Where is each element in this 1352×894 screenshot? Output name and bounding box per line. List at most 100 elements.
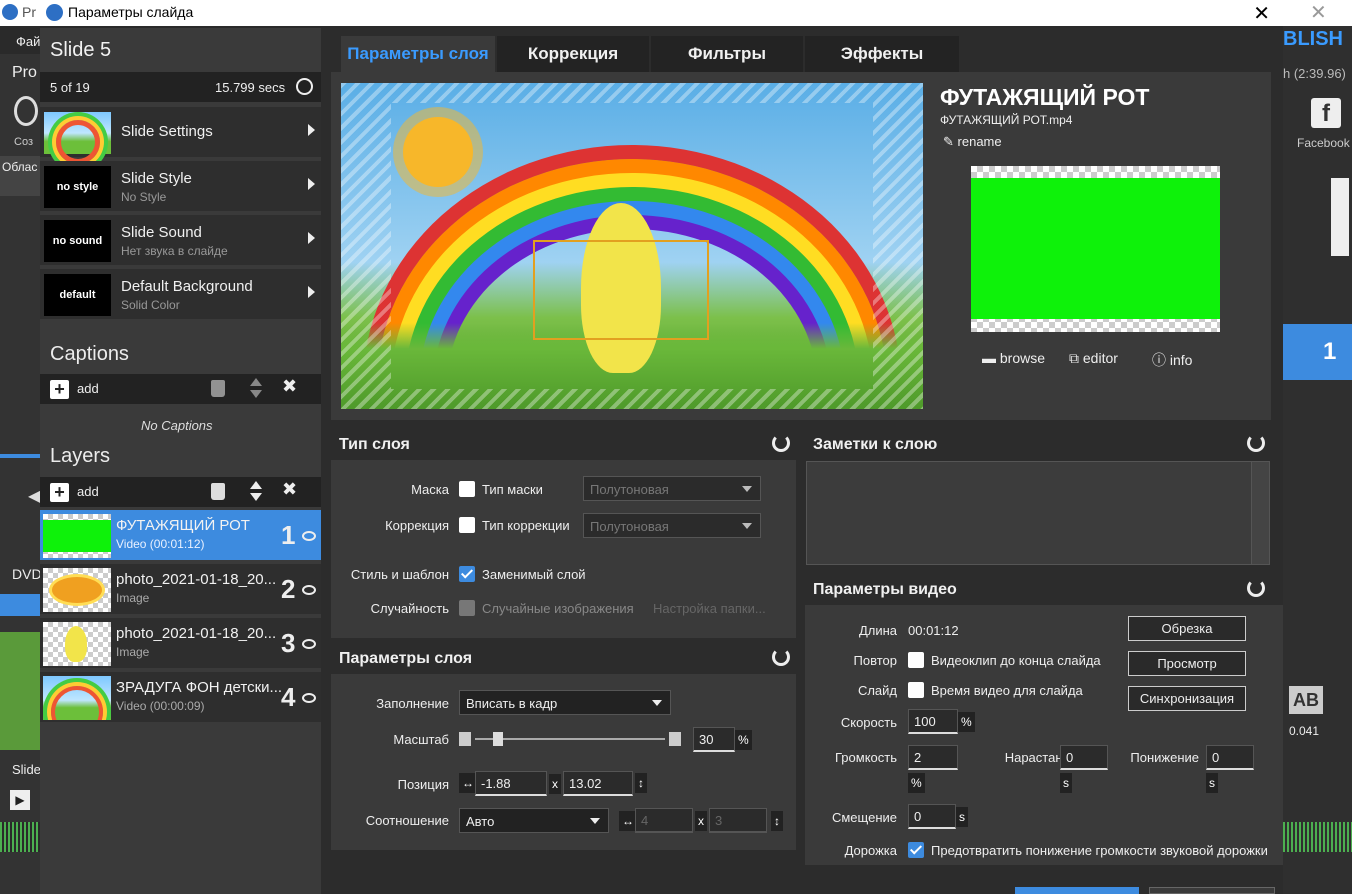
editor-button[interactable]: ⧉ editor — [1069, 350, 1118, 367]
layer-thumbnail — [43, 568, 111, 612]
layer-item[interactable]: photo_2021-01-18_20... Image 3 — [40, 618, 321, 670]
add-layer-button[interactable]: add — [77, 484, 99, 499]
reset-icon[interactable] — [1247, 579, 1265, 597]
ok-button[interactable] — [1015, 887, 1139, 894]
track-label: Дорожка — [844, 843, 897, 858]
eye-icon[interactable] — [302, 531, 316, 541]
cancel-button[interactable] — [1149, 887, 1275, 894]
info-button[interactable]: ⓘ info — [1152, 350, 1192, 370]
area-label: Облас — [2, 160, 38, 174]
layer-item[interactable]: ЗРАДУГА ФОН детски... Video (00:00:09) 4 — [40, 672, 321, 724]
close-icon[interactable]: ✕ — [1253, 1, 1270, 26]
media-thumbnail — [971, 166, 1220, 332]
slide-preview[interactable] — [341, 83, 923, 409]
style-thumbnail: no style — [44, 166, 111, 208]
random-images-checkbox[interactable] — [459, 600, 475, 616]
eye-icon[interactable] — [302, 639, 316, 649]
background-close-icon[interactable]: ✕ — [1310, 0, 1327, 25]
eye-icon[interactable] — [302, 693, 316, 703]
rename-link[interactable]: ✎ rename — [943, 134, 1002, 150]
publish-label[interactable]: BLISH — [1283, 28, 1343, 51]
tab-effects[interactable]: Эффекты — [805, 36, 959, 72]
create-icon[interactable] — [14, 96, 38, 126]
volume-input[interactable]: 2 — [908, 745, 958, 770]
slide-position: 5 of 19 — [50, 80, 90, 95]
ratio-height-input[interactable]: 3 — [709, 808, 767, 833]
mask-type-select[interactable]: Полутоновая — [583, 476, 761, 501]
facebook-icon[interactable]: f — [1311, 98, 1341, 128]
mask-checkbox[interactable] — [459, 481, 475, 497]
fadein-input[interactable]: 0 — [1060, 745, 1108, 770]
layer-type-panel: Маска Тип маски Полутоновая Коррекция Ти… — [331, 460, 796, 638]
style-label: Стиль и шаблон — [350, 567, 449, 582]
project-label: Pro — [12, 64, 37, 81]
slide-duration-checkbox[interactable] — [908, 682, 924, 698]
selection-frame[interactable] — [533, 240, 709, 340]
layer-item[interactable]: photo_2021-01-18_20... Image 2 — [40, 564, 321, 616]
play-icon[interactable]: ▶ — [10, 790, 30, 810]
scrollbar[interactable] — [1331, 178, 1349, 256]
tools-icon[interactable]: ✖ — [282, 376, 297, 397]
slider-right-arrow-icon[interactable] — [669, 732, 681, 746]
rename-label: rename — [957, 134, 1002, 149]
position-y-input[interactable]: 13.02 — [563, 771, 633, 796]
eye-icon[interactable] — [302, 585, 316, 595]
trim-button[interactable]: Обрезка — [1128, 616, 1246, 641]
menu-slide-sound[interactable]: no sound Slide Sound Нет звука в слайде — [40, 215, 321, 267]
pencil-icon: ✎ — [943, 134, 954, 149]
reset-icon[interactable] — [772, 648, 790, 666]
tools-icon[interactable]: ✖ — [282, 479, 297, 500]
dialog-title: Параметры слайда — [68, 4, 194, 20]
fill-select[interactable]: Вписать в кадр — [459, 690, 671, 715]
slider-left-arrow-icon[interactable] — [459, 732, 471, 746]
prev-icon[interactable]: ◀ — [28, 486, 40, 506]
menu-slide-settings[interactable]: Slide Settings — [40, 107, 321, 164]
notes-scrollbar[interactable] — [1251, 462, 1269, 564]
offset-input[interactable]: 0 — [908, 804, 956, 829]
trash-icon[interactable] — [211, 483, 225, 500]
speed-input[interactable]: 100 — [908, 709, 958, 734]
layer-params-title: Параметры слоя — [339, 650, 473, 667]
sync-button[interactable]: Синхронизация — [1128, 686, 1246, 711]
menu-slide-style[interactable]: no style Slide Style No Style — [40, 161, 321, 213]
replaceable-layer-checkbox[interactable] — [459, 566, 475, 582]
mask-type-value: Полутоновая — [590, 482, 669, 497]
chevron-right-icon — [308, 178, 315, 190]
layer-item[interactable]: ФУТАЖЯЩИЙ РОТ Video (00:01:12) 1 — [40, 510, 321, 562]
ratio-select[interactable]: Авто — [459, 808, 609, 833]
tab-filters[interactable]: Фильтры — [651, 36, 803, 72]
reset-icon[interactable] — [772, 434, 790, 452]
background-slide-thumb[interactable] — [0, 632, 40, 750]
notes-textarea[interactable] — [806, 461, 1270, 565]
layer-thumbnail — [43, 676, 111, 720]
position-x-input[interactable]: -1.88 — [475, 771, 547, 796]
menu-file[interactable]: Фай — [16, 34, 40, 49]
scale-input[interactable]: 30 — [693, 727, 735, 752]
add-caption-icon[interactable]: + — [50, 380, 69, 399]
reorder-icon[interactable] — [250, 378, 262, 400]
preview-button[interactable]: Просмотр — [1128, 651, 1246, 676]
fadeout-input[interactable]: 0 — [1206, 745, 1254, 770]
folder-settings-link[interactable]: Настройка папки... — [653, 601, 766, 616]
offset-unit: s — [956, 807, 968, 827]
add-layer-icon[interactable]: + — [50, 483, 69, 502]
repeat-checkbox[interactable] — [908, 652, 924, 668]
menu-default-background[interactable]: default Default Background Solid Color — [40, 269, 321, 321]
sidebar: Slide 5 5 of 19 15.799 secs Slide Settin… — [40, 28, 321, 894]
ratio-width-input[interactable]: 4 — [635, 808, 693, 833]
reorder-icon[interactable] — [250, 481, 262, 503]
tab-correction[interactable]: Коррекция — [497, 36, 649, 72]
background-thumbnail: default — [44, 274, 111, 316]
slider-thumb[interactable] — [493, 732, 503, 746]
correction-type-select[interactable]: Полутоновая — [583, 513, 761, 538]
trash-icon[interactable] — [211, 380, 225, 397]
reset-icon[interactable] — [1247, 434, 1265, 452]
track-checkbox[interactable] — [908, 842, 924, 858]
layers-toolbar: + add ✖ — [40, 477, 321, 507]
browse-button[interactable]: ▬ browse — [982, 350, 1045, 366]
scale-slider[interactable] — [459, 732, 681, 746]
tab-layer-params[interactable]: Параметры слоя — [341, 36, 495, 72]
ab-icon[interactable]: AB — [1289, 686, 1323, 714]
correction-checkbox[interactable] — [459, 517, 475, 533]
add-caption-button[interactable]: add — [77, 381, 99, 396]
